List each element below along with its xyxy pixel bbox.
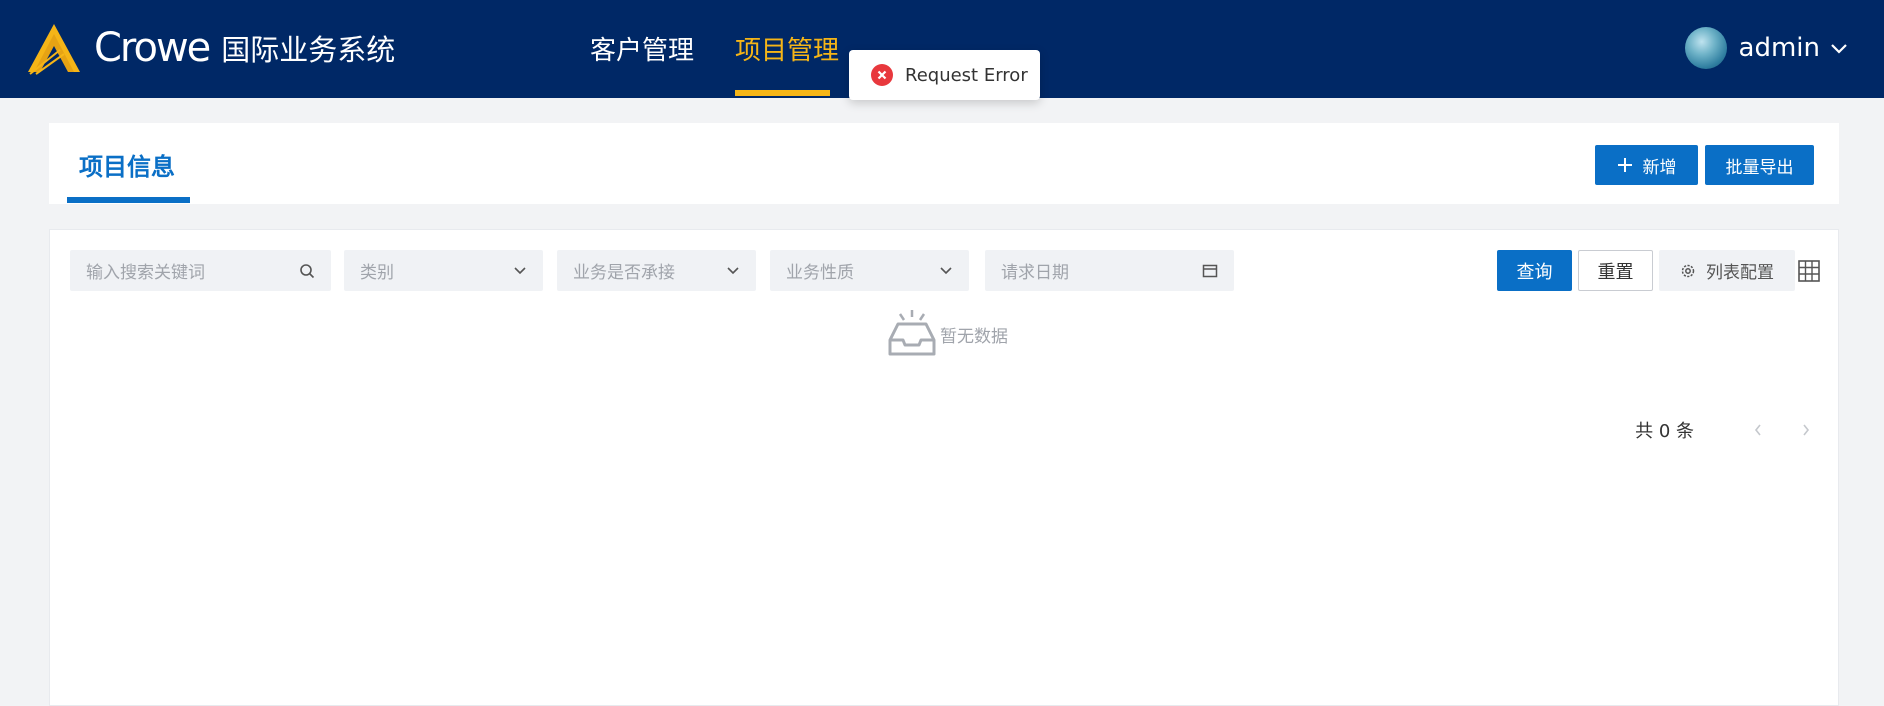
chevron-down-icon	[727, 266, 739, 274]
category-placeholder: 类别	[360, 263, 394, 283]
nav-active-indicator	[735, 90, 830, 96]
pagination: 共 0 条	[1635, 417, 1818, 443]
add-button[interactable]: 新增	[1595, 145, 1698, 185]
chevron-right-icon	[1803, 424, 1810, 436]
add-button-label: 新增	[1642, 157, 1677, 178]
plus-icon	[1617, 158, 1632, 172]
content-panel: 输入搜索关键词 类别 业务是否承接 业务性质 请求日期 查询 重置 列表配置 暂…	[49, 229, 1839, 706]
empty-inbox-icon	[888, 310, 936, 356]
nav-item-project[interactable]: 项目管理	[735, 30, 839, 98]
nav-item-customer[interactable]: 客户管理	[590, 30, 694, 98]
user-menu[interactable]: admin	[1684, 27, 1848, 69]
next-page-button[interactable]	[1794, 418, 1818, 442]
calendar-icon	[1202, 264, 1218, 277]
column-config-label: 列表配置	[1706, 263, 1774, 283]
request-date-placeholder: 请求日期	[1001, 263, 1069, 283]
empty-state: 暂无数据	[886, 308, 1008, 360]
system-name: 国际业务系统	[221, 33, 396, 67]
title-panel: 项目信息 新增 批量导出	[49, 123, 1839, 204]
reset-button[interactable]: 重置	[1578, 250, 1653, 291]
chevron-down-icon	[1831, 44, 1847, 54]
search-input[interactable]: 输入搜索关键词	[70, 250, 331, 291]
undertaken-placeholder: 业务是否承接	[573, 263, 675, 283]
business-nature-select[interactable]: 业务性质	[770, 250, 969, 291]
logo[interactable]: Crowe 国际业务系统	[24, 20, 395, 76]
search-placeholder: 输入搜索关键词	[86, 263, 205, 283]
table-grid-icon[interactable]	[1798, 260, 1820, 282]
search-icon	[300, 263, 315, 278]
chevron-down-icon	[940, 266, 952, 274]
crowe-logo-icon	[28, 24, 80, 75]
brand-name: Crowe	[94, 25, 211, 71]
query-button[interactable]: 查询	[1497, 250, 1572, 291]
request-date-picker[interactable]: 请求日期	[985, 250, 1234, 291]
category-select[interactable]: 类别	[344, 250, 543, 291]
column-config-button[interactable]: 列表配置	[1659, 250, 1795, 291]
total-count: 共 0 条	[1635, 421, 1694, 442]
toast-message: Request Error	[905, 64, 1028, 86]
avatar	[1684, 27, 1727, 69]
undertaken-select[interactable]: 业务是否承接	[557, 250, 756, 291]
error-toast: Request Error	[849, 50, 1040, 100]
empty-text: 暂无数据	[940, 326, 1008, 347]
tab-project-info[interactable]: 项目信息	[79, 147, 175, 182]
tab-active-indicator	[67, 197, 190, 203]
chevron-left-icon	[1754, 424, 1761, 436]
username: admin	[1738, 33, 1820, 63]
chevron-down-icon	[514, 266, 526, 274]
close-circle-icon	[871, 64, 893, 86]
prev-page-button[interactable]	[1746, 418, 1770, 442]
batch-export-button[interactable]: 批量导出	[1705, 145, 1814, 185]
business-nature-placeholder: 业务性质	[786, 263, 854, 283]
gear-icon	[1681, 264, 1695, 277]
